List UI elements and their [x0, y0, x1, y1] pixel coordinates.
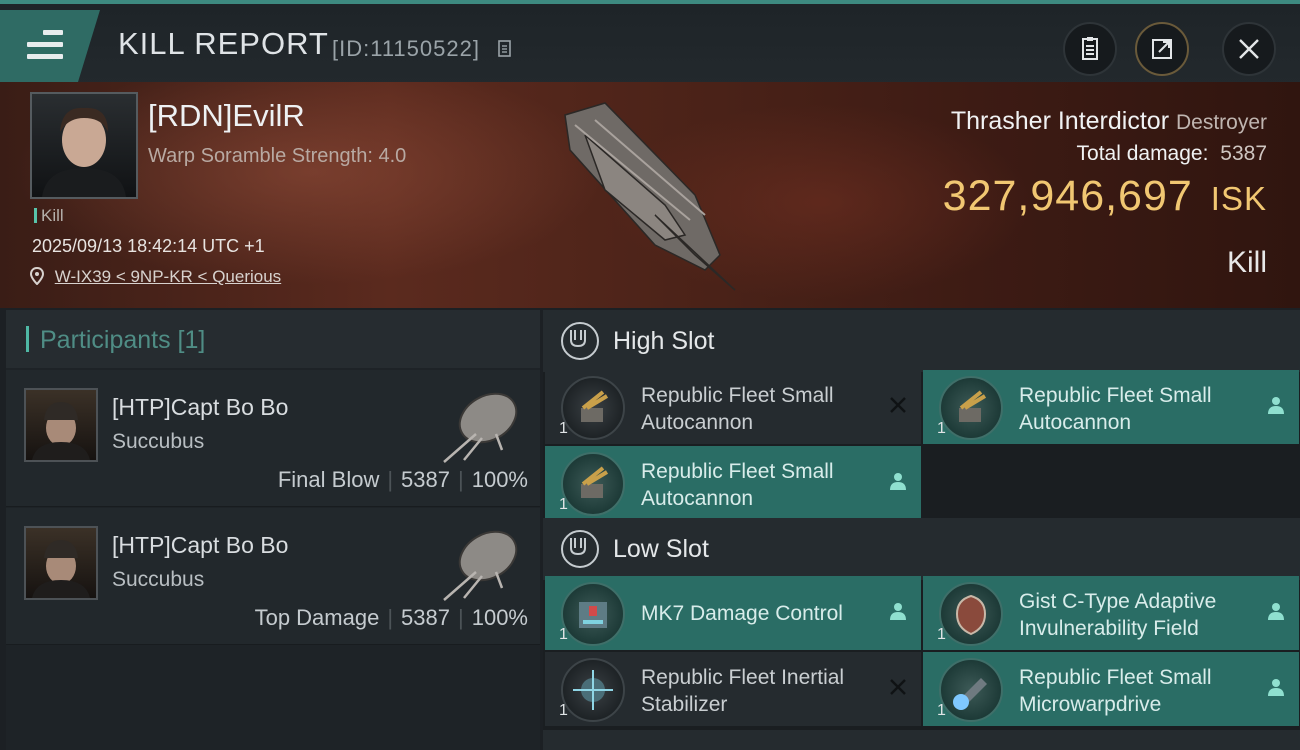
module-item[interactable]: 1 MK7 Damage Control [545, 576, 921, 650]
location: W-IX39 < 9NP-KR < Querious [29, 266, 281, 287]
isk-unit: ISK [1210, 180, 1267, 217]
module-name: Republic Fleet Small Autocannon [641, 384, 834, 434]
participant-stats: Top Damage | 5387 | 100% [254, 605, 528, 630]
module-name: Republic Fleet Small Autocannon [641, 460, 834, 510]
location-link[interactable]: W-IX39 < 9NP-KR < Querious [55, 267, 281, 286]
module-item[interactable]: 1 Republic Fleet Small Microwarpdrive [923, 652, 1299, 726]
kill-tag-label: Kill [41, 206, 64, 225]
total-damage: Total damage: 5387 [1077, 142, 1267, 166]
result-label: Kill [1226, 246, 1267, 279]
module-qty: 1 [937, 702, 946, 719]
menu-button[interactable] [0, 10, 100, 82]
microwarpdrive-icon [939, 658, 1003, 722]
high-slot-header: High Slot [543, 310, 1300, 372]
module-name: MK7 Damage Control [641, 602, 843, 625]
participant-role: Top Damage [254, 605, 380, 630]
ship-image [564, 102, 736, 291]
kill-tag: Kill [34, 206, 64, 226]
participant-avatar[interactable] [24, 388, 98, 462]
low-slot-label: Low Slot [613, 535, 709, 563]
copy-icon[interactable] [498, 38, 514, 58]
autocannon-icon [939, 376, 1003, 440]
share-icon [1152, 39, 1172, 59]
participant-ship-icon[interactable] [436, 514, 528, 606]
victim-portrait[interactable] [30, 92, 138, 199]
module-qty: 1 [937, 626, 946, 643]
victim-name[interactable]: [RDN]EvilR [148, 98, 305, 134]
clipboard-icon [1082, 37, 1098, 60]
module-item[interactable]: 1 Republic Fleet Small Autocannon [545, 370, 921, 444]
fitting-panel: High Slot 1 Republic Fleet Small Autocan… [543, 310, 1300, 750]
module-qty: 1 [559, 626, 568, 643]
low-slot-header: Low Slot [543, 518, 1300, 580]
module-item[interactable]: 1 Republic Fleet Small Autocannon [923, 370, 1299, 444]
participants-header[interactable]: Participants [1] [6, 310, 540, 368]
stabilizer-icon [561, 658, 625, 722]
participant-percent: 100% [471, 605, 528, 630]
timestamp: 2025/09/13 18:42:14 UTC +1 [32, 236, 265, 256]
pilot-icon [1268, 397, 1284, 414]
participant-damage: 5387 [401, 605, 450, 630]
participant-ship: Succubus [112, 430, 205, 453]
damage-control-icon [561, 582, 625, 646]
participant-ship-icon[interactable] [436, 376, 528, 468]
module-qty: 1 [559, 702, 568, 719]
module-name: Republic Fleet Small Microwarpdrive [1019, 666, 1212, 716]
autocannon-icon [561, 376, 625, 440]
module-item[interactable]: 1 Gist C-Type Adaptive Invulnerability F… [923, 576, 1299, 650]
menu-icon [27, 30, 63, 66]
high-slot-label: High Slot [613, 327, 715, 355]
participant-avatar[interactable] [24, 526, 98, 600]
share-button[interactable] [1135, 22, 1189, 76]
participant-card[interactable]: [HTP]Capt Bo Bo Succubus Top Damage | 5387… [6, 508, 540, 645]
ship-type: Thrasher Interdictor Destroyer [951, 107, 1267, 136]
destroyed-x-icon [890, 397, 906, 413]
participant-role: Final Blow [277, 467, 380, 492]
shield-icon [939, 582, 1003, 646]
module-name: Republic Fleet Inertial Stabilizer [641, 666, 845, 716]
participant-percent: 100% [471, 467, 528, 492]
participant-damage: 5387 [401, 467, 450, 492]
ship-name[interactable]: Thrasher Interdictor [951, 107, 1169, 135]
slot-icon [561, 322, 599, 360]
participants-panel: Participants [1] [HTP]Capt Bo Bo Succubu… [6, 310, 540, 750]
participants-label: Participants [1] [40, 326, 206, 354]
module-name: Republic Fleet Small Autocannon [1019, 384, 1212, 434]
participant-card[interactable]: [HTP]Capt Bo Bo Succubus Final Blow | 5387… [6, 370, 540, 507]
top-bar: KILL REPORT [ID:11150522] [0, 0, 1300, 86]
ship-class: Destroyer [1175, 111, 1267, 134]
close-icon [1239, 39, 1259, 59]
participant-stats: Final Blow | 5387 | 100% [277, 467, 528, 492]
next-slot-header [543, 730, 1300, 750]
participant-ship: Succubus [112, 568, 205, 591]
victim-stat: Warp Soramble Strength: 4.0 [148, 145, 407, 167]
report-id: [ID:11150522] [332, 36, 480, 61]
module-qty: 1 [559, 420, 568, 437]
isk-value: 327,946,697 ISK [943, 172, 1267, 221]
page-title: KILL REPORT [118, 26, 329, 61]
module-qty: 1 [937, 420, 946, 437]
location-pin-icon [29, 266, 45, 286]
pilot-icon [890, 473, 906, 490]
pilot-icon [1268, 679, 1284, 696]
module-name: Gist C-Type Adaptive Invulnerability Fie… [1019, 590, 1217, 640]
module-item[interactable]: 1 Republic Fleet Inertial Stabilizer [545, 652, 921, 726]
clipboard-button[interactable] [1063, 22, 1117, 76]
module-qty: 1 [559, 496, 568, 513]
participant-name: [HTP]Capt Bo Bo [112, 394, 289, 420]
pilot-icon [1268, 603, 1284, 620]
isk-amount: 327,946,697 [942, 172, 1193, 220]
autocannon-icon [561, 452, 625, 516]
destroyed-x-icon [890, 679, 906, 695]
pilot-icon [890, 603, 906, 620]
close-button[interactable] [1222, 22, 1276, 76]
participant-name: [HTP]Capt Bo Bo [112, 532, 289, 558]
module-item[interactable]: 1 Republic Fleet Small Autocannon [545, 446, 921, 520]
slot-icon [561, 530, 599, 568]
total-damage-value: 5387 [1220, 142, 1267, 165]
total-damage-label: Total damage: [1076, 142, 1209, 165]
